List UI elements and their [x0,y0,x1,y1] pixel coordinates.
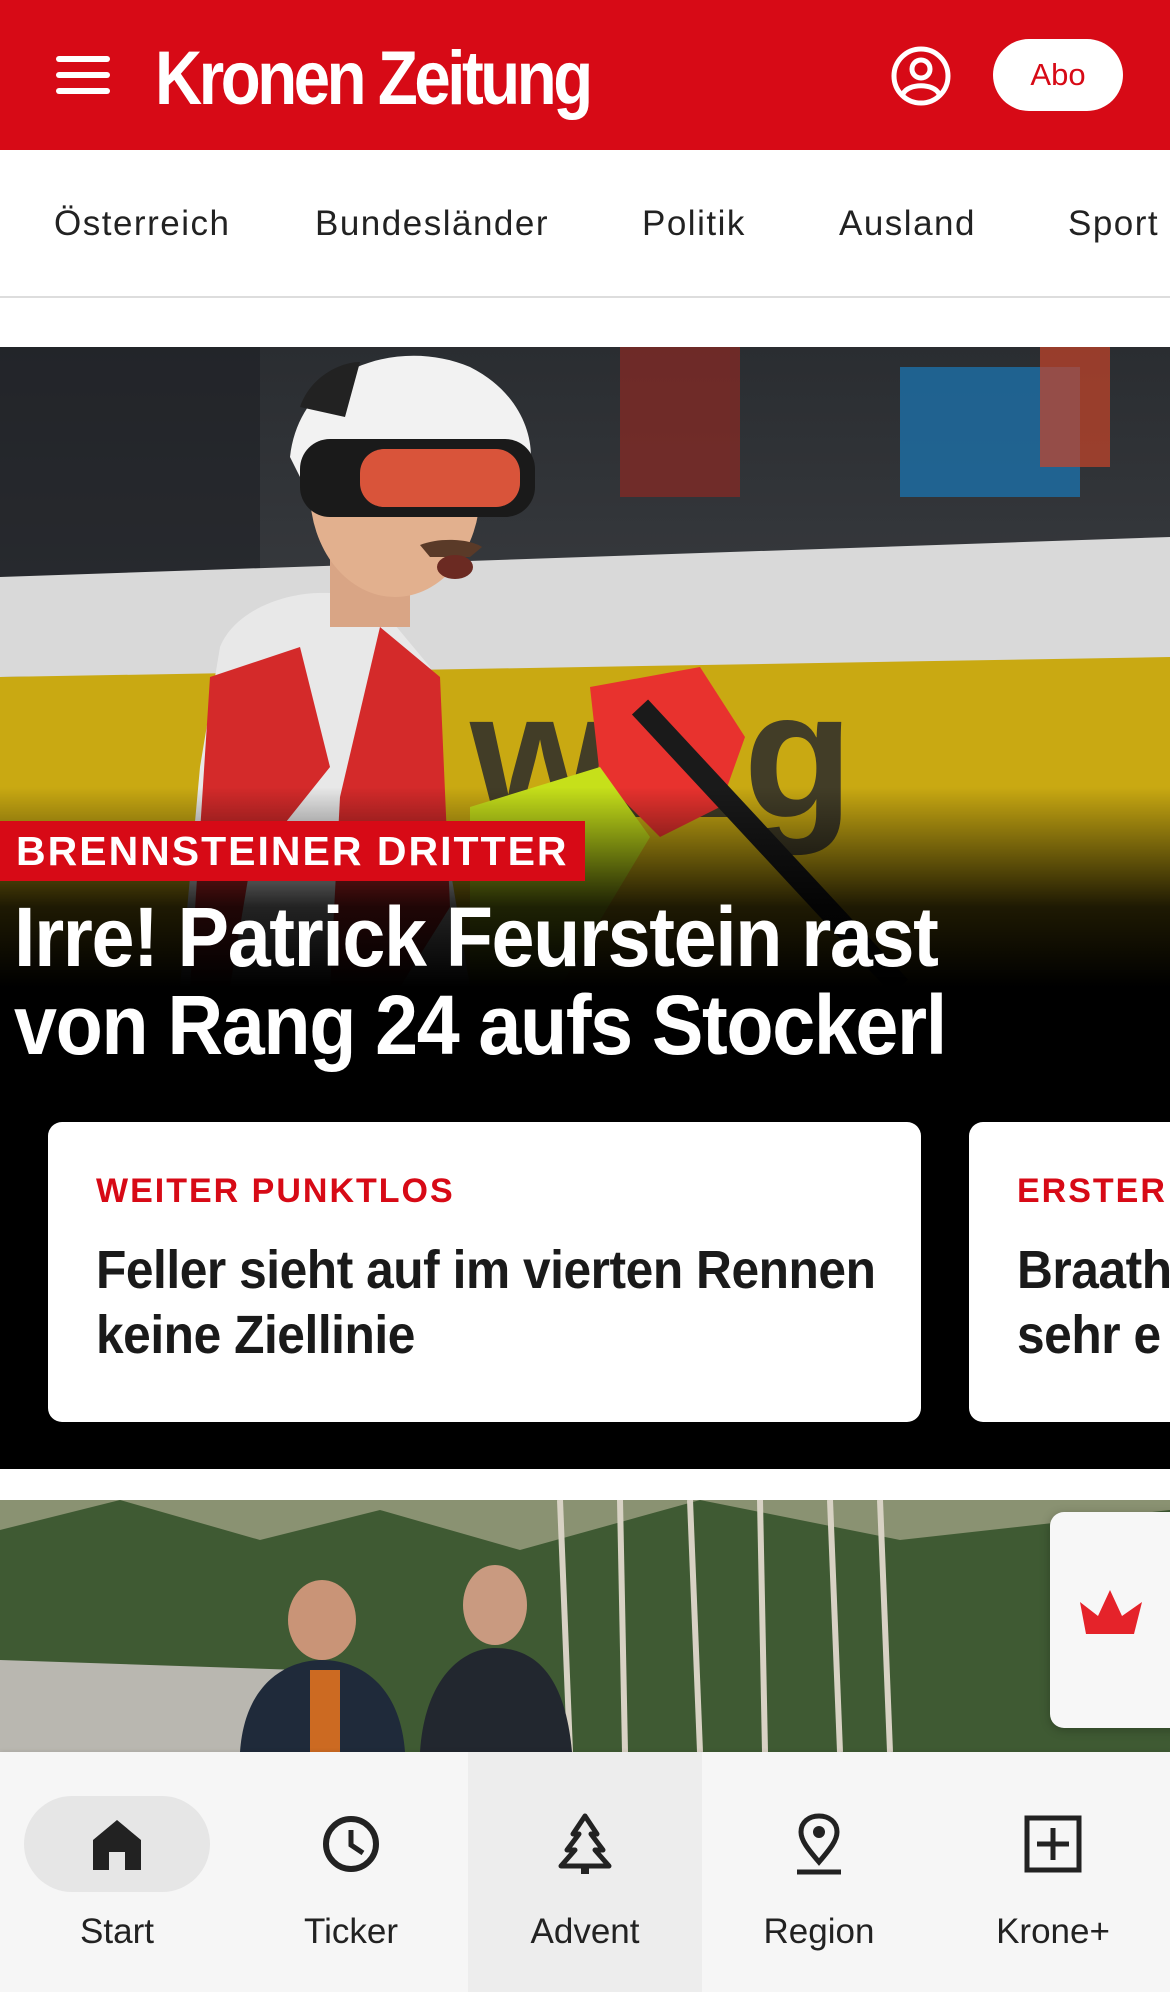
nav-label: Region [763,1912,875,1951]
card-title: Feller sieht auf im vierten Rennen keine… [96,1240,876,1365]
plus-box-icon [1023,1812,1083,1876]
category-bundeslaender[interactable]: Bundesländer [315,150,549,296]
nav-label: Ticker [304,1912,398,1951]
category-oesterreich[interactable]: Österreich [54,150,230,296]
card-kicker: ERSTER [1017,1172,1167,1210]
hero-headline[interactable]: Irre! Patrick Feurstein rast von Rang 24… [14,893,1026,1069]
home-icon [87,1812,147,1876]
nav-ticker[interactable]: Ticker [234,1752,468,1992]
app-screen: Kronen Zeitung Abo Österreich Bundesländ… [0,0,1170,1992]
user-account-icon[interactable] [890,45,952,107]
hero-kicker: BRENNSTEINER DRITTER [0,821,585,881]
nav-advent[interactable]: Advent [468,1752,702,1992]
second-article-image[interactable] [0,1500,1170,1752]
category-ausland[interactable]: Ausland [839,150,976,296]
nav-label: Start [80,1912,154,1951]
krone-crown-icon[interactable] [1050,1512,1170,1728]
nav-kroneplus[interactable]: Krone+ [936,1752,1170,1992]
nav-label: Krone+ [996,1912,1110,1951]
nav-region[interactable]: Region [702,1752,936,1992]
category-politik[interactable]: Politik [642,150,746,296]
bottom-nav: Start Ticker Advent Region Krone+ [0,1752,1170,1992]
clock-icon [321,1812,381,1876]
card-title: Braath sehr e [1017,1240,1170,1365]
category-nav: Österreich Bundesländer Politik Ausland … [0,150,1170,298]
related-article-card[interactable]: WEITER PUNKTLOS Feller sieht auf im vier… [48,1122,921,1422]
location-pin-icon [789,1812,849,1876]
hero-article[interactable]: w.zg [0,347,1170,1469]
brand-logo[interactable]: Kronen Zeitung [155,36,593,122]
nav-label: Advent [530,1912,640,1951]
hamburger-menu-icon[interactable] [48,48,120,104]
card-kicker: WEITER PUNKTLOS [96,1172,455,1210]
christmas-tree-icon [555,1812,615,1876]
category-sport[interactable]: Sport [1068,150,1159,296]
top-header: Kronen Zeitung Abo [0,0,1170,150]
abo-button[interactable]: Abo [993,39,1123,111]
nav-start[interactable]: Start [0,1752,234,1992]
related-article-card[interactable]: ERSTER Braath sehr e [969,1122,1170,1422]
